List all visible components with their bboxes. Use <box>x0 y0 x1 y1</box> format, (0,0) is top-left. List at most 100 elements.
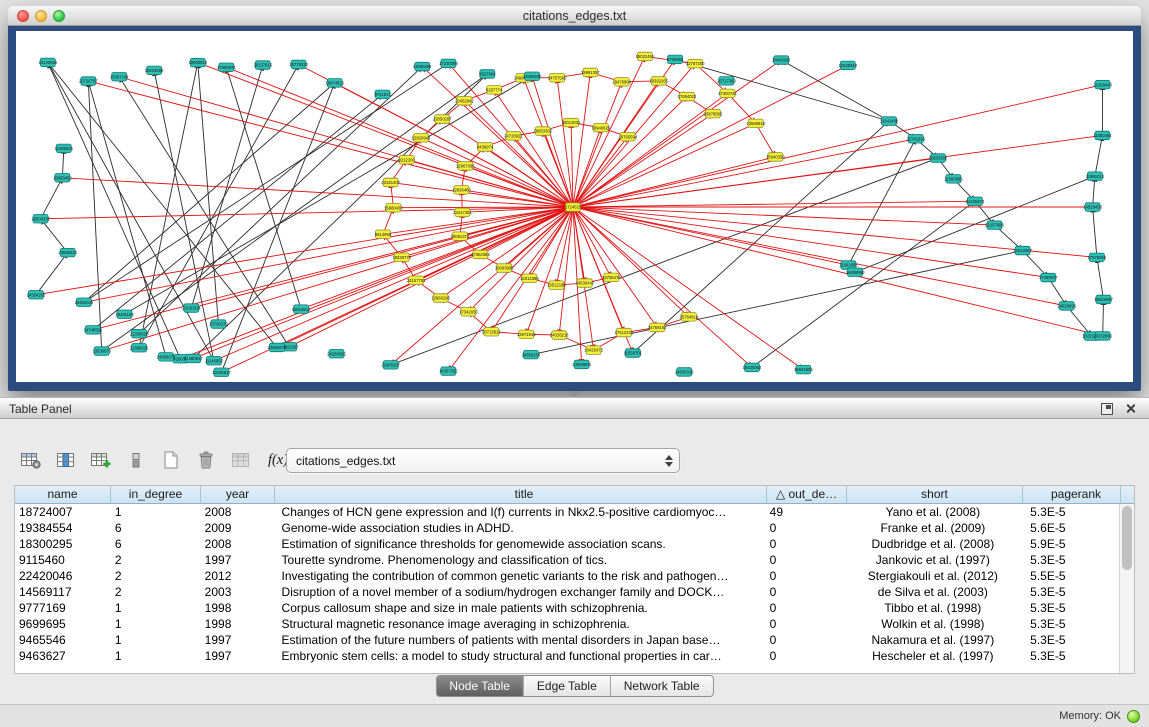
graph-edge[interactable] <box>1093 207 1097 257</box>
graph-edge[interactable] <box>41 219 68 253</box>
tab-edge-table[interactable]: Edge Table <box>524 676 611 696</box>
table-row[interactable]: 946362711997Embryonic stem cells: a mode… <box>15 648 1119 664</box>
scrollbar-thumb[interactable] <box>1122 506 1132 570</box>
svg-text:23417301: 23417301 <box>453 210 472 215</box>
cell-year: 1997 <box>201 552 275 568</box>
table-mode-icon[interactable] <box>16 446 46 474</box>
row-options-icon[interactable] <box>121 446 151 474</box>
graph-edge[interactable] <box>36 207 573 295</box>
new-column-icon[interactable] <box>86 446 116 474</box>
cell-out_degree: 0 <box>766 632 846 648</box>
svg-text:15587764: 15587764 <box>110 74 129 79</box>
svg-text:9627964: 9627964 <box>479 72 496 77</box>
svg-text:19061374: 19061374 <box>451 234 470 239</box>
graph-edge[interactable] <box>573 157 775 207</box>
svg-text:12836460: 12836460 <box>452 187 471 192</box>
float-panel-icon[interactable] <box>1101 403 1113 415</box>
cell-name: 9465546 <box>15 632 111 648</box>
graph-edge[interactable] <box>41 207 573 219</box>
graph-edge[interactable] <box>84 83 335 302</box>
graph-edge[interactable] <box>633 121 889 353</box>
cell-in_degree: 1 <box>111 600 201 616</box>
cell-in_degree: 6 <box>111 536 201 552</box>
import-table-icon[interactable] <box>226 446 256 474</box>
graph-edge[interactable] <box>573 207 689 317</box>
graph-edge[interactable] <box>531 251 1023 355</box>
svg-text:18642902: 18642902 <box>772 58 791 63</box>
svg-text:11146957: 11146957 <box>205 358 224 363</box>
tab-network-table[interactable]: Network Table <box>611 676 713 696</box>
network-view-window: citations_edges.txt 15764614247691611751… <box>8 6 1141 391</box>
window-titlebar[interactable]: citations_edges.txt <box>8 6 1141 26</box>
graph-edge[interactable] <box>62 178 573 207</box>
svg-text:15534008: 15534008 <box>145 68 164 73</box>
svg-text:13758476: 13758476 <box>602 275 621 280</box>
new-table-icon[interactable] <box>156 446 186 474</box>
svg-text:24988906: 24988906 <box>572 362 591 367</box>
graph-edge[interactable] <box>573 56 645 207</box>
graph-edge[interactable] <box>573 72 590 207</box>
table-row[interactable]: 1938455462009Genome-wide association stu… <box>15 520 1119 536</box>
graph-edge[interactable] <box>36 253 68 295</box>
cell-out_degree: 0 <box>766 520 846 536</box>
cell-pagerank: 5.3E-5 <box>1021 552 1119 568</box>
table-row[interactable]: 1872400712008Changes of HCN gene express… <box>15 504 1119 520</box>
graph-edge[interactable] <box>48 62 181 358</box>
column-header-name[interactable]: name <box>15 486 111 504</box>
graph-edge[interactable] <box>573 207 752 367</box>
table-row[interactable]: 969969511998Structural magnetic resonanc… <box>15 616 1119 632</box>
column-header-title[interactable]: title <box>275 486 767 504</box>
graph-edge[interactable] <box>573 207 1103 336</box>
graph-edge[interactable] <box>102 207 573 351</box>
graph-edge[interactable] <box>1095 135 1103 176</box>
memory-ok-icon[interactable] <box>1127 710 1140 723</box>
svg-text:21235673: 21235673 <box>966 199 985 204</box>
column-header-pagerank[interactable]: pagerank <box>1023 486 1121 504</box>
cell-name: 14569117 <box>15 584 111 600</box>
svg-text:23585325: 23585325 <box>58 250 77 255</box>
cell-year: 1997 <box>201 632 275 648</box>
cell-in_degree: 1 <box>111 616 201 632</box>
table-row[interactable]: 1456911722003Disruption of a novel membe… <box>15 584 1119 600</box>
graph-edge[interactable] <box>119 77 573 207</box>
table-selector-dropdown[interactable]: citations_edges.txt <box>286 448 680 473</box>
vertical-scrollbar[interactable] <box>1119 504 1134 673</box>
cell-year: 1997 <box>201 648 275 664</box>
graph-edge[interactable] <box>119 77 289 347</box>
cell-name: 9699695 <box>15 616 111 632</box>
graph-edge[interactable] <box>88 81 573 207</box>
column-header-year[interactable]: year <box>201 486 275 504</box>
graph-edge[interactable] <box>1103 299 1104 336</box>
graph-edge[interactable] <box>573 201 975 207</box>
table-row[interactable]: 977716911998Corpus callosum shape and si… <box>15 600 1119 616</box>
column-header-short[interactable]: short <box>847 486 1023 504</box>
graph-edge[interactable] <box>781 60 889 121</box>
graph-edge[interactable] <box>1093 176 1095 207</box>
graph-edge[interactable] <box>752 201 975 367</box>
table-row[interactable]: 911546021997Tourette syndrome. Phenomeno… <box>15 552 1119 568</box>
graph-edge[interactable] <box>573 97 687 208</box>
table-row[interactable]: 946554611997Estimation of the future num… <box>15 632 1119 648</box>
svg-text:16430053: 16430053 <box>743 365 762 370</box>
graph-edge[interactable] <box>573 65 848 207</box>
column-header-out-degree[interactable]: △ out_de… <box>767 486 847 504</box>
delete-table-icon[interactable] <box>191 446 221 474</box>
column-header-in-degree[interactable]: in_degree <box>111 486 201 504</box>
cell-short: Wolkin et al. (1998) <box>846 616 1022 632</box>
graph-edge[interactable] <box>191 65 262 308</box>
table-row[interactable]: 1830029562008Estimation of significance … <box>15 536 1119 552</box>
graph-edge[interactable] <box>573 60 781 207</box>
cell-title: Investigating the contribution of common… <box>275 568 766 584</box>
network-canvas-svg[interactable]: 1576461424769161175122331042547224028216… <box>16 31 1133 382</box>
table-selector-value: citations_edges.txt <box>287 454 661 468</box>
graph-edge[interactable] <box>756 123 776 156</box>
cell-name: 19384554 <box>15 520 111 536</box>
show-columns-icon[interactable] <box>51 446 81 474</box>
table-row[interactable]: 2242004622012Investigating the contribut… <box>15 568 1119 584</box>
table-toolbar: f(x) <box>16 445 295 475</box>
close-panel-icon[interactable] <box>1124 402 1137 415</box>
cell-in_degree: 1 <box>111 632 201 648</box>
tab-node-table[interactable]: Node Table <box>436 676 524 696</box>
graph-edge[interactable] <box>41 178 63 219</box>
graph-edge[interactable] <box>1097 257 1104 299</box>
